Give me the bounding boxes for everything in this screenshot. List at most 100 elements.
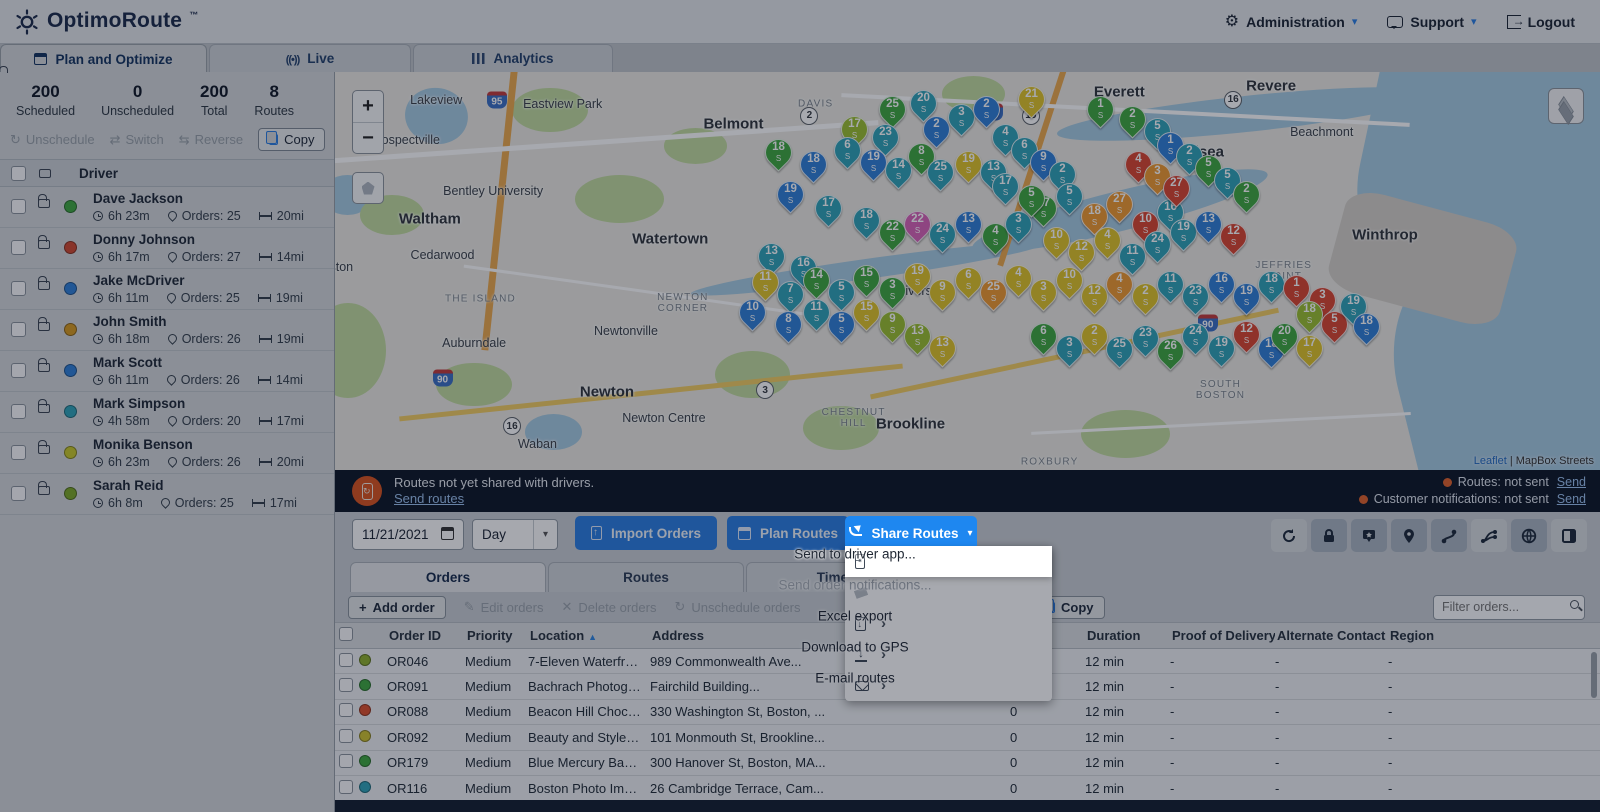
lock-icon[interactable]	[38, 199, 50, 208]
zoom-in-button[interactable]: +	[353, 91, 383, 122]
driver-checkbox[interactable]	[11, 404, 26, 419]
search-icon	[1570, 600, 1579, 609]
route-paths-button[interactable]	[1471, 519, 1507, 552]
switch-button[interactable]: ⇄Switch	[110, 132, 164, 148]
map-pin[interactable]: 19S	[772, 176, 810, 214]
order-checkbox[interactable]	[339, 729, 353, 743]
unschedule-orders-button[interactable]: ↻Unschedule orders	[674, 599, 800, 615]
poi-labels-button[interactable]	[1351, 519, 1387, 552]
panel-layout-button[interactable]	[1551, 519, 1587, 552]
routes-send-link[interactable]: Send	[1557, 474, 1586, 491]
order-checkbox[interactable]	[339, 678, 353, 692]
header-menu-item[interactable]: Support ▾	[1387, 14, 1476, 30]
driver-checkbox[interactable]	[11, 445, 26, 460]
order-checkbox[interactable]	[339, 703, 353, 717]
orders-tab[interactable]: Routes	[548, 562, 744, 592]
map-pin[interactable]: 17S	[810, 190, 848, 228]
driver-row[interactable]: Mark Scott 6h 11m Orders: 26 14mi	[0, 351, 334, 392]
driver-checkbox[interactable]	[11, 322, 26, 337]
driver-checkbox[interactable]	[11, 486, 26, 501]
polygon-select-button[interactable]	[352, 172, 384, 204]
leaflet-link[interactable]: Leaflet	[1474, 455, 1507, 467]
lock-icon[interactable]	[38, 240, 50, 249]
map-label: Newtonville	[594, 324, 658, 338]
order-row[interactable]: OR092 Medium Beauty and Style Cooli... 1…	[335, 725, 1600, 750]
header-menu-item[interactable]: ⚙ Administration ▾	[1225, 14, 1358, 30]
table-scrollbar[interactable]	[1591, 652, 1597, 698]
orders-tab[interactable]: Orders	[350, 562, 546, 592]
map-pin[interactable]: 18S	[759, 134, 797, 172]
column-header[interactable]: Location▲	[528, 628, 650, 643]
driver-row[interactable]: Donny Johnson 6h 17m Orders: 27 14mi	[0, 228, 334, 269]
customer-send-link[interactable]: Send	[1557, 491, 1586, 508]
zoom-out-button[interactable]: −	[353, 122, 383, 153]
column-header[interactable]: Alternate Contact	[1275, 628, 1388, 643]
send-routes-link[interactable]: Send routes	[394, 491, 594, 507]
select-all-checkbox[interactable]	[11, 166, 26, 181]
share-menu-item[interactable]: Send to driver app...	[845, 546, 1052, 577]
column-header[interactable]	[335, 628, 357, 643]
lock-icon[interactable]	[38, 404, 50, 413]
driver-row[interactable]: Mark Simpson 4h 58m Orders: 20 17mi	[0, 392, 334, 433]
copy-routes-button[interactable]: Copy	[258, 128, 325, 151]
lock-icon[interactable]	[38, 281, 50, 290]
share-menu-item[interactable]: E-mail routes ›	[845, 670, 1052, 701]
map-pin[interactable]: 18S	[795, 146, 833, 184]
lock-icon[interactable]	[39, 169, 51, 178]
order-checkbox[interactable]	[339, 754, 353, 768]
column-header[interactable]: Proof of Delivery	[1170, 628, 1275, 643]
header-menu-item[interactable]: Logout	[1507, 14, 1582, 30]
driver-row[interactable]: Jake McDriver 6h 11m Orders: 25 19mi	[0, 269, 334, 310]
date-input[interactable]	[352, 519, 464, 550]
show-routes-button[interactable]	[1431, 519, 1467, 552]
reverse-button[interactable]: ⇆Reverse	[179, 132, 243, 148]
main-tab[interactable]: Plan and Optimize	[0, 44, 207, 73]
map[interactable]: LakeviewEastview ParkBelmontDAVISEverett…	[335, 72, 1600, 470]
lock-icon[interactable]	[38, 363, 50, 372]
order-checkbox[interactable]	[339, 653, 353, 667]
driver-checkbox[interactable]	[11, 199, 26, 214]
order-location: Boston Photo Imaging ...	[528, 781, 650, 796]
share-menu-item[interactable]: Send order notifications...	[845, 577, 1052, 608]
lock-icon[interactable]	[38, 445, 50, 454]
column-header[interactable]: Priority	[465, 628, 528, 643]
driver-checkbox[interactable]	[11, 281, 26, 296]
column-header[interactable]: Order ID	[387, 628, 465, 643]
map-label: SOUTH BOSTON	[1196, 379, 1245, 401]
delete-orders-button[interactable]: ✕Delete orders	[562, 599, 657, 615]
share-menu-item[interactable]: Download to GPS ›	[845, 639, 1052, 670]
map-mode-button[interactable]	[1511, 519, 1547, 552]
plan-routes-button[interactable]: Plan Routes	[727, 516, 849, 550]
driver-row[interactable]: Monika Benson 6h 23m Orders: 26 20mi	[0, 433, 334, 474]
lock-icon[interactable]	[38, 486, 50, 495]
period-select[interactable]: Day ▾	[472, 519, 558, 550]
edit-orders-button[interactable]: ✎Edit orders	[464, 599, 544, 615]
column-header[interactable]: Region	[1388, 628, 1600, 643]
column-header[interactable]: Duration	[1085, 628, 1170, 643]
order-row[interactable]: OR088 Medium Beacon Hill Chocolates... 3…	[335, 700, 1600, 725]
order-checkbox[interactable]	[339, 780, 353, 794]
share-menu-item[interactable]: Excel export ›	[845, 608, 1052, 639]
show-markers-button[interactable]	[1391, 519, 1427, 552]
driver-row[interactable]: Sarah Reid 6h 8m Orders: 25 17mi	[0, 474, 334, 515]
order-row[interactable]: OR116 Medium Boston Photo Imaging ... 26…	[335, 776, 1600, 801]
driver-checkbox[interactable]	[11, 240, 26, 255]
main-tab[interactable]: Live	[209, 44, 411, 72]
column-header[interactable]	[357, 628, 387, 643]
lock-icon[interactable]	[38, 322, 50, 331]
map-pin[interactable]: 21S	[1012, 80, 1050, 118]
map-pin[interactable]: 12S	[1215, 217, 1253, 255]
main-tab[interactable]: Analytics	[413, 44, 613, 72]
map-layers-button[interactable]	[1548, 88, 1584, 124]
unschedule-button[interactable]: ↻Unschedule	[10, 132, 95, 148]
share-routes-button[interactable]: Share Routes▾	[845, 516, 977, 550]
order-row[interactable]: OR179 Medium Blue Mercury Back Bay 300 H…	[335, 751, 1600, 776]
import-orders-button[interactable]: Import Orders	[575, 516, 717, 550]
driver-checkbox[interactable]	[11, 363, 26, 378]
driver-row[interactable]: John Smith 6h 18m Orders: 26 19mi	[0, 310, 334, 351]
driver-row[interactable]: Dave Jackson 6h 23m Orders: 25 20mi	[0, 187, 334, 228]
add-order-button[interactable]: +Add order	[348, 596, 446, 619]
filter-orders-input[interactable]	[1433, 595, 1585, 620]
refresh-button[interactable]	[1271, 519, 1307, 552]
lock-orders-button[interactable]	[1311, 519, 1347, 552]
